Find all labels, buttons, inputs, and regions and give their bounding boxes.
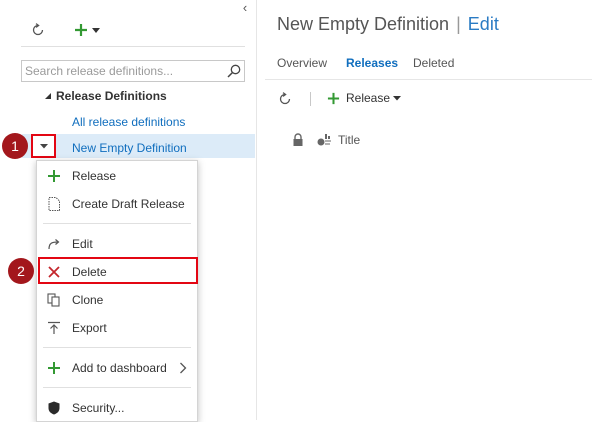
caret-down-icon xyxy=(39,144,48,149)
collapse-pane-button[interactable]: ‹ xyxy=(238,0,252,15)
menu-separator xyxy=(43,347,191,348)
toolbar-separator xyxy=(310,92,311,106)
table-header: Title xyxy=(292,131,582,149)
shield-icon xyxy=(47,401,61,415)
menu-item-label: Export xyxy=(72,321,107,335)
callout-badge-1: 1 xyxy=(2,133,28,159)
context-menu: Release Create Draft Release Edit Delete… xyxy=(36,160,198,422)
menu-item-label: Add to dashboard xyxy=(72,361,167,375)
tree-header[interactable]: Release Definitions xyxy=(44,88,167,104)
title-separator: | xyxy=(456,14,461,34)
tab-releases[interactable]: Releases xyxy=(346,56,398,70)
release-button[interactable]: Release xyxy=(327,91,402,105)
tab-overview[interactable]: Overview xyxy=(277,56,327,70)
definition-name: New Empty Definition xyxy=(277,14,450,34)
page-icon xyxy=(47,197,61,211)
tree-item-all-definitions[interactable]: All release definitions xyxy=(72,114,185,130)
menu-item-create-draft-release[interactable]: Create Draft Release xyxy=(37,191,197,217)
menu-item-export[interactable]: Export xyxy=(37,315,197,341)
refresh-icon[interactable] xyxy=(28,20,48,40)
menu-item-release[interactable]: Release xyxy=(37,163,197,189)
edit-link[interactable]: Edit xyxy=(468,14,499,34)
release-button-label: Release xyxy=(346,91,391,105)
page-title: New Empty Definition | Edit xyxy=(277,14,499,35)
new-definition-button[interactable] xyxy=(70,20,102,40)
search-icon[interactable] xyxy=(227,64,241,78)
menu-separator xyxy=(43,387,191,388)
menu-item-edit[interactable]: Edit xyxy=(37,231,197,257)
menu-item-label: Security... xyxy=(72,401,125,415)
caret-down-icon xyxy=(393,96,402,101)
tree-header-label: Release Definitions xyxy=(56,89,167,103)
lock-icon xyxy=(293,133,303,146)
column-title[interactable]: Title xyxy=(338,133,360,147)
menu-item-label: Edit xyxy=(72,237,93,251)
clone-icon xyxy=(47,293,61,307)
search-box[interactable] xyxy=(21,60,245,82)
caret-down-icon xyxy=(91,28,100,33)
tab-deleted[interactable]: Deleted xyxy=(413,56,454,70)
menu-item-label: Release xyxy=(72,169,117,183)
plus-icon xyxy=(47,361,61,375)
chevron-right-icon xyxy=(180,362,187,374)
menu-item-label: Clone xyxy=(72,293,104,307)
search-input[interactable] xyxy=(25,62,221,80)
refresh-icon[interactable] xyxy=(275,89,295,109)
export-icon xyxy=(47,321,61,335)
tabs-divider xyxy=(265,79,592,80)
plus-icon xyxy=(47,169,61,183)
plus-icon xyxy=(327,92,340,104)
status-icon xyxy=(317,134,331,146)
definition-menu-button[interactable] xyxy=(31,134,56,158)
callout-badge-2: 2 xyxy=(8,258,34,284)
edit-arrow-icon xyxy=(47,237,61,251)
menu-separator xyxy=(43,223,191,224)
menu-item-add-to-dashboard[interactable]: Add to dashboard xyxy=(37,355,197,381)
menu-item-label: Create Draft Release xyxy=(72,197,185,211)
plus-icon xyxy=(74,24,87,36)
tree-item-new-empty-definition[interactable]: New Empty Definition xyxy=(72,140,187,156)
expand-triangle-icon[interactable] xyxy=(44,92,52,100)
menu-item-clone[interactable]: Clone xyxy=(37,287,197,313)
toolbar-divider xyxy=(21,46,245,47)
delete-highlight-frame xyxy=(38,257,198,284)
menu-item-security[interactable]: Security... xyxy=(37,395,197,421)
